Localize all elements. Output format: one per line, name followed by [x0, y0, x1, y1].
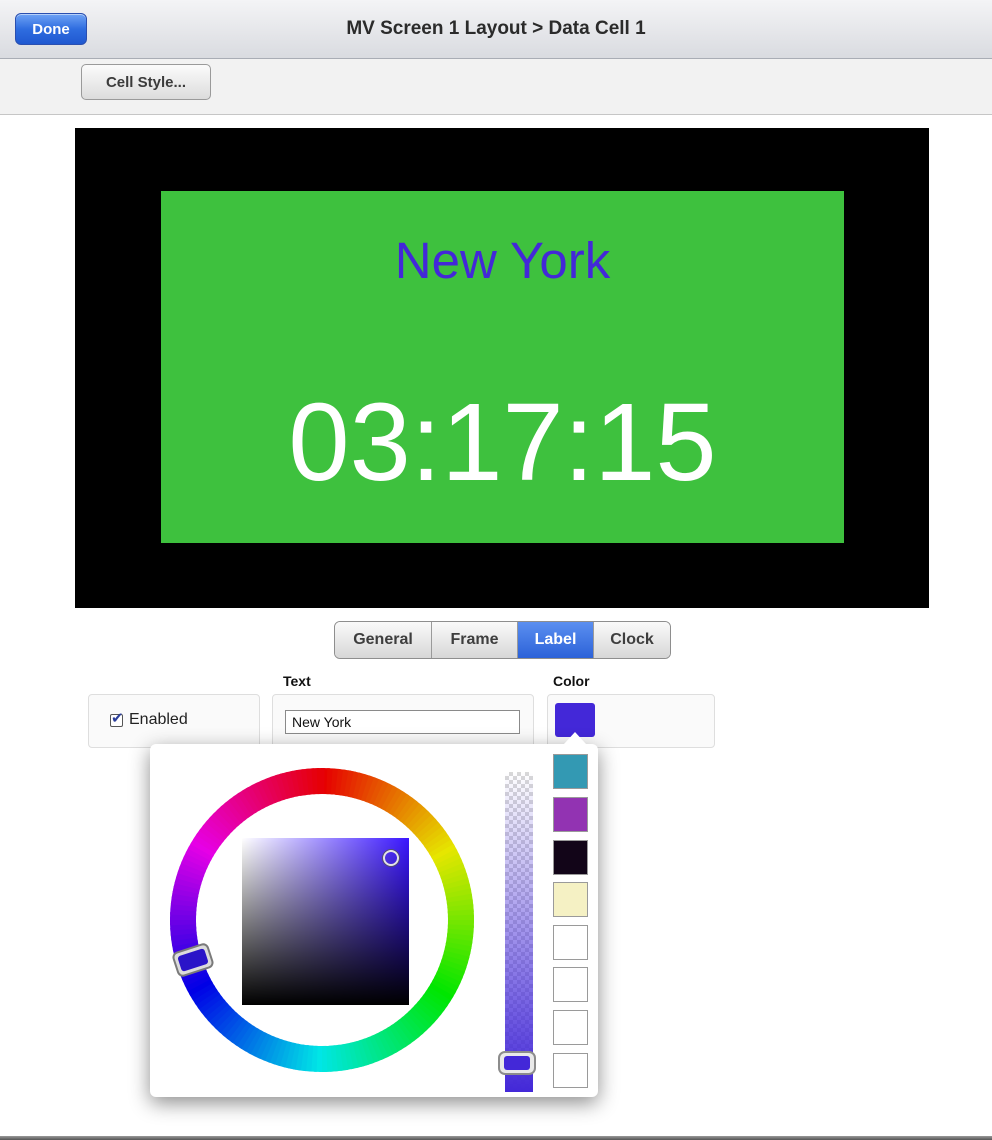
recent-color-swatch[interactable]	[553, 1053, 588, 1088]
bottom-divider	[0, 1136, 992, 1140]
opacity-gradient	[505, 772, 533, 1092]
recent-color-swatch[interactable]	[553, 882, 588, 917]
tab-label[interactable]: Label	[518, 622, 594, 658]
cell-label-text: New York	[394, 232, 611, 289]
recent-color-swatch[interactable]	[553, 1010, 588, 1045]
cell-preview-frame: New York 03:17:15	[75, 128, 929, 608]
opacity-slider-handle[interactable]	[498, 1051, 536, 1075]
tab-frame[interactable]: Frame	[432, 622, 518, 658]
opacity-slider[interactable]	[505, 772, 533, 1092]
done-button[interactable]: Done	[15, 13, 87, 45]
enabled-label: Enabled	[129, 711, 188, 728]
recent-color-swatch[interactable]	[553, 754, 588, 789]
recent-color-swatch[interactable]	[553, 840, 588, 875]
page-title: MV Screen 1 Layout > Data Cell 1	[346, 18, 646, 39]
data-cell-preview: New York 03:17:15	[161, 191, 844, 543]
title-bar: MV Screen 1 Layout > Data Cell 1 Done	[0, 0, 992, 59]
cell-clock-text: 03:17:15	[288, 381, 717, 504]
color-column-header: Color	[553, 673, 590, 689]
recent-color-swatch[interactable]	[553, 797, 588, 832]
recent-color-swatch[interactable]	[553, 925, 588, 960]
color-picker-popover	[150, 744, 598, 1097]
opacity-handle-color	[504, 1056, 530, 1070]
checkmark-icon: ✔	[111, 709, 124, 727]
label-text-input[interactable]	[285, 710, 520, 734]
tab-general[interactable]: General	[335, 622, 432, 658]
enabled-checkbox[interactable]: ✔	[110, 710, 124, 727]
toolbar: Cell Style...	[0, 59, 992, 115]
cell-style-button[interactable]: Cell Style...	[81, 64, 211, 100]
tab-clock[interactable]: Clock	[594, 622, 670, 658]
recent-color-swatch[interactable]	[553, 967, 588, 1002]
property-tabs: General Frame Label Clock	[334, 621, 671, 659]
popover-pointer	[564, 732, 586, 744]
enabled-toggle[interactable]: ✔ Enabled	[110, 710, 188, 729]
text-column-header: Text	[283, 673, 311, 689]
